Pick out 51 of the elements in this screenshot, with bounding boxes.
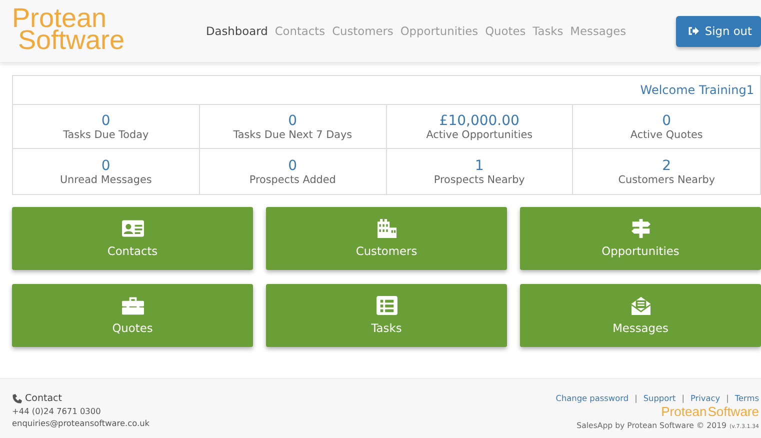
sign-out-icon <box>688 26 699 36</box>
nav-link[interactable]: Dashboard <box>206 24 268 38</box>
id-card-icon <box>122 219 144 238</box>
stat-label: Prospects Nearby <box>434 174 525 186</box>
link-separator: | <box>682 393 684 403</box>
nav-link[interactable]: Quotes <box>485 24 526 38</box>
link-separator: | <box>634 393 638 403</box>
nav-link[interactable]: Contacts <box>274 24 326 38</box>
stat-label: Active Quotes <box>630 128 703 140</box>
stat-label: Tasks Due Next 7 Days <box>233 128 352 140</box>
customers-tile[interactable]: Customers <box>266 207 507 270</box>
toolbox-icon <box>122 296 144 315</box>
tasks-tile[interactable]: Tasks <box>266 284 507 347</box>
stat-value: 0 <box>662 112 672 128</box>
stat-label: Customers Nearby <box>618 174 715 186</box>
stat-label: Unread Messages <box>60 174 152 186</box>
nav-link[interactable]: Messages <box>570 24 626 38</box>
buildings-icon <box>376 219 398 238</box>
stat-value: 2 <box>662 158 672 174</box>
email-address: enquiries@proteansoftware.co.uk <box>12 418 150 428</box>
quotes-tile[interactable]: Quotes <box>12 284 253 347</box>
stat-value: 0 <box>101 158 110 174</box>
stat-value: 1 <box>474 158 484 174</box>
signpost-icon <box>630 219 652 238</box>
stat-label: Tasks Due Today <box>63 128 149 140</box>
stat-label: Prospects Added <box>249 174 336 186</box>
phone-icon <box>12 394 22 404</box>
messages-tile[interactable]: Messages <box>520 284 761 347</box>
footer-link[interactable]: Privacy <box>690 393 720 403</box>
footer-link[interactable]: Terms <box>734 393 759 403</box>
contact-heading: Contact <box>25 393 62 404</box>
contacts-tile[interactable]: Contacts <box>12 207 253 270</box>
footer-link[interactable]: Change password <box>556 393 629 403</box>
nav-link[interactable]: Opportunities <box>400 24 478 38</box>
stat-value: 0 <box>101 112 110 128</box>
nav-link[interactable]: Tasks <box>532 24 564 38</box>
opportunities-tile[interactable]: Opportunities <box>520 207 761 270</box>
link-separator: | <box>726 393 729 403</box>
stat-value: 0 <box>288 112 298 128</box>
logo: Protean Software <box>12 7 126 51</box>
phone-number: +44 (0)24 7671 0300 <box>12 406 102 416</box>
stat-value: £10,000.00 <box>439 112 520 128</box>
envelope-icon <box>630 296 652 315</box>
footer-logo: ProteanSoftware <box>661 405 759 419</box>
sign-out-button[interactable]: Sign out <box>676 16 761 46</box>
stat-value: 0 <box>288 158 298 174</box>
welcome-text: Welcome Training1 <box>640 83 754 97</box>
stat-label: Active Opportunities <box>426 128 533 140</box>
footer-link[interactable]: Support <box>643 393 676 403</box>
list-icon <box>376 296 398 315</box>
nav-link[interactable]: Customers <box>332 24 394 38</box>
